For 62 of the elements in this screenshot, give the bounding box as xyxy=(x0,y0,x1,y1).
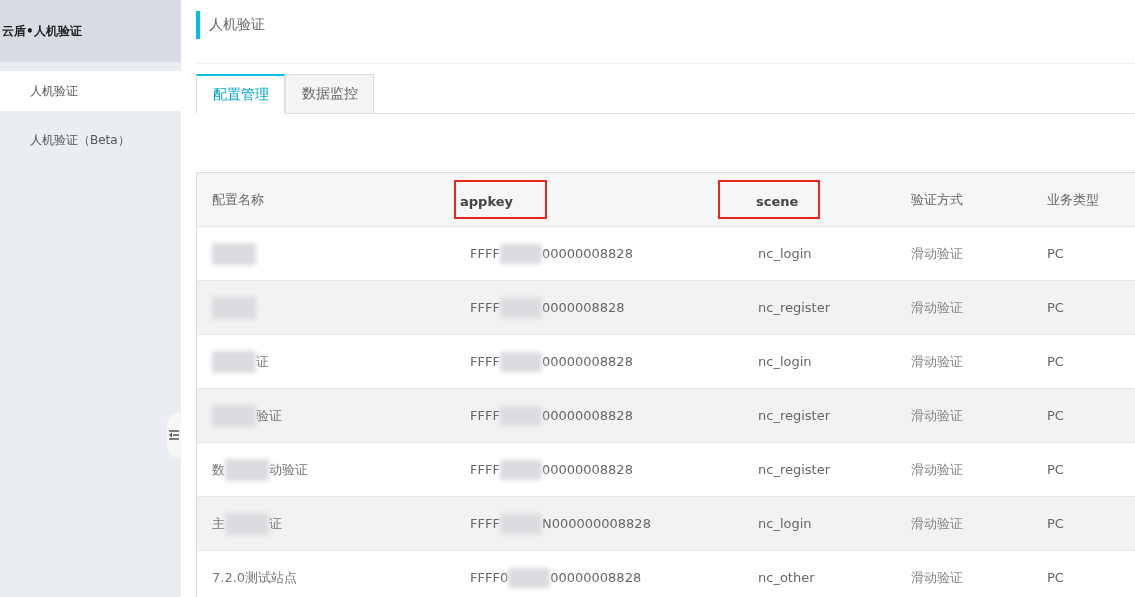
scene-text: nc_login xyxy=(758,516,812,531)
column-header: scene xyxy=(720,182,819,217)
appkey-text: FFFF xyxy=(470,300,500,315)
column-header: 业务类型 xyxy=(1047,190,1099,209)
column-header: 配置名称 xyxy=(212,190,264,209)
appkey-text: FFFF xyxy=(470,246,500,261)
method-text: 滑动验证 xyxy=(911,244,963,263)
config-name-text: 7.2.0测试站点 xyxy=(212,568,298,587)
type-text: PC xyxy=(1047,300,1064,315)
type-text: PC xyxy=(1047,462,1064,477)
scene-text: nc_register xyxy=(758,300,831,315)
method-text: 滑动验证 xyxy=(911,568,963,587)
config-name-text: 验证 xyxy=(256,406,282,425)
type-text: PC xyxy=(1047,516,1064,531)
scene-text: nc_register xyxy=(758,462,831,477)
appkey-text: FFFF xyxy=(470,516,500,531)
appkey-text: 00000008828 xyxy=(541,408,633,423)
type-text: PC xyxy=(1047,354,1064,369)
config-name-text: 主 xyxy=(212,514,225,533)
collapse-icon xyxy=(168,429,180,441)
appkey-text: FFFF0 xyxy=(470,570,509,585)
appkey-text: 00000008828 xyxy=(541,246,633,261)
blur-patch xyxy=(212,242,256,265)
menu-item[interactable]: 人机验证 xyxy=(0,71,181,111)
blur-patch xyxy=(225,458,269,481)
appkey-text: 00000008828 xyxy=(550,570,642,585)
config-name-text: 证 xyxy=(256,352,269,371)
scene-text: nc_login xyxy=(758,354,812,369)
appkey-text: FFFF xyxy=(470,354,500,369)
blur-patch xyxy=(499,243,542,264)
scene-text: nc_other xyxy=(758,570,815,585)
config-name-text: 证 xyxy=(269,514,282,533)
appkey-text: FFFF xyxy=(470,408,500,423)
column-header: appkey xyxy=(456,182,545,217)
scene-text: nc_login xyxy=(758,246,812,261)
method-text: 滑动验证 xyxy=(911,514,963,533)
method-text: 滑动验证 xyxy=(911,406,963,425)
blur-patch xyxy=(499,351,542,372)
blur-patch xyxy=(212,350,256,373)
scene-text: nc_register xyxy=(758,408,831,423)
appkey-text: FFFF xyxy=(470,462,500,477)
blur-patch xyxy=(508,567,551,588)
tab[interactable]: 数据监控 xyxy=(285,74,374,114)
appkey-text: 00000008828 xyxy=(541,354,633,369)
config-name-text: 动验证 xyxy=(269,460,308,479)
method-text: 滑动验证 xyxy=(911,460,963,479)
app-title: 云盾•人机验证 xyxy=(1,22,82,40)
appkey-text: 00000008828 xyxy=(541,462,633,477)
config-name-text: 数 xyxy=(212,460,225,479)
type-text: PC xyxy=(1047,408,1064,423)
column-header: 验证方式 xyxy=(911,190,963,209)
title-accent-bar xyxy=(196,10,200,39)
blur-patch xyxy=(499,459,542,480)
appkey-text: N000000008828 xyxy=(541,516,651,531)
menu-item[interactable]: 人机验证（Beta） xyxy=(0,120,181,160)
method-text: 滑动验证 xyxy=(911,298,963,317)
page-title: 人机验证 xyxy=(209,15,265,34)
type-text: PC xyxy=(1047,246,1064,261)
appkey-text: 0000008828 xyxy=(541,300,625,315)
method-text: 滑动验证 xyxy=(911,352,963,371)
type-text: PC xyxy=(1047,570,1064,585)
collapse-handle[interactable] xyxy=(167,413,181,457)
